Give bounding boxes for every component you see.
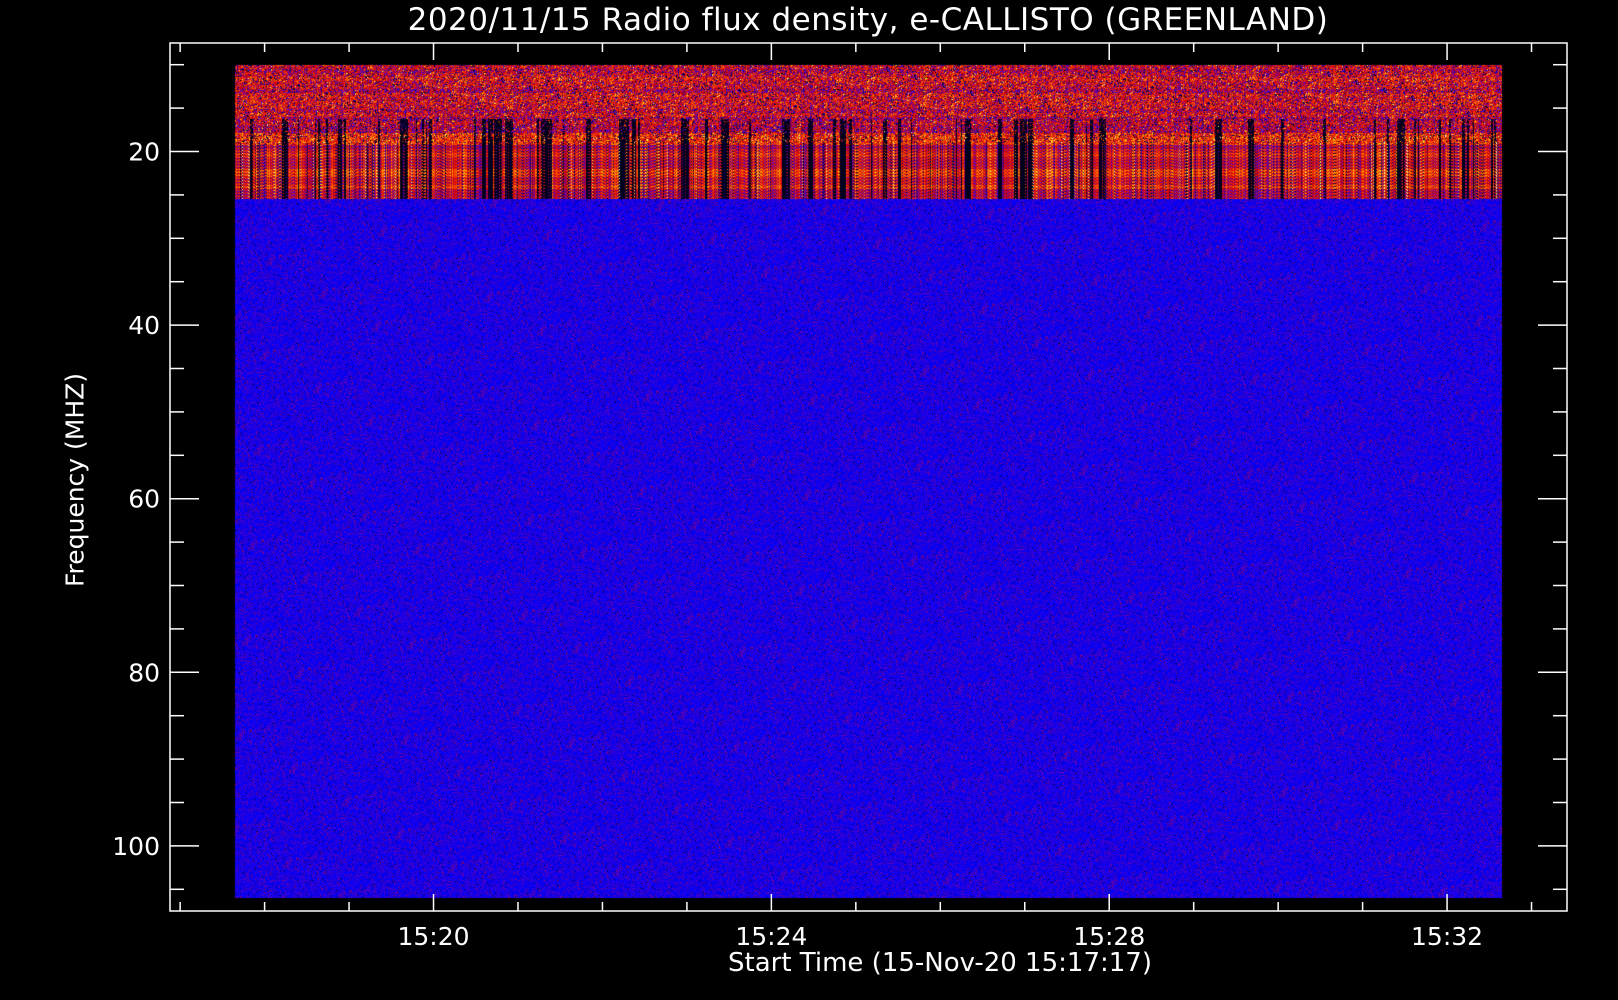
x-tick-label: 15:20 (397, 922, 469, 951)
chart-title: 2020/11/15 Radio flux density, e-CALLIST… (407, 2, 1329, 38)
y-tick-label: 20 (128, 138, 160, 167)
x-tick-label: 15:32 (1411, 922, 1483, 951)
x-axis-label: Start Time (15-Nov-20 15:17:17) (728, 948, 1152, 978)
x-tick-label: 15:28 (1073, 922, 1145, 951)
y-tick-label: 100 (112, 832, 160, 861)
y-tick-label: 40 (128, 311, 160, 340)
plot-axes: 15:20 15:24 15:28 15:32 20 40 60 80 100 (112, 42, 1568, 951)
y-tick-label: 60 (128, 485, 160, 514)
plot-frame (169, 42, 1568, 912)
x-tick-label: 15:24 (735, 922, 807, 951)
y-axis-label: Frequency (MHZ) (60, 372, 90, 588)
y-tick-label: 80 (128, 658, 160, 687)
